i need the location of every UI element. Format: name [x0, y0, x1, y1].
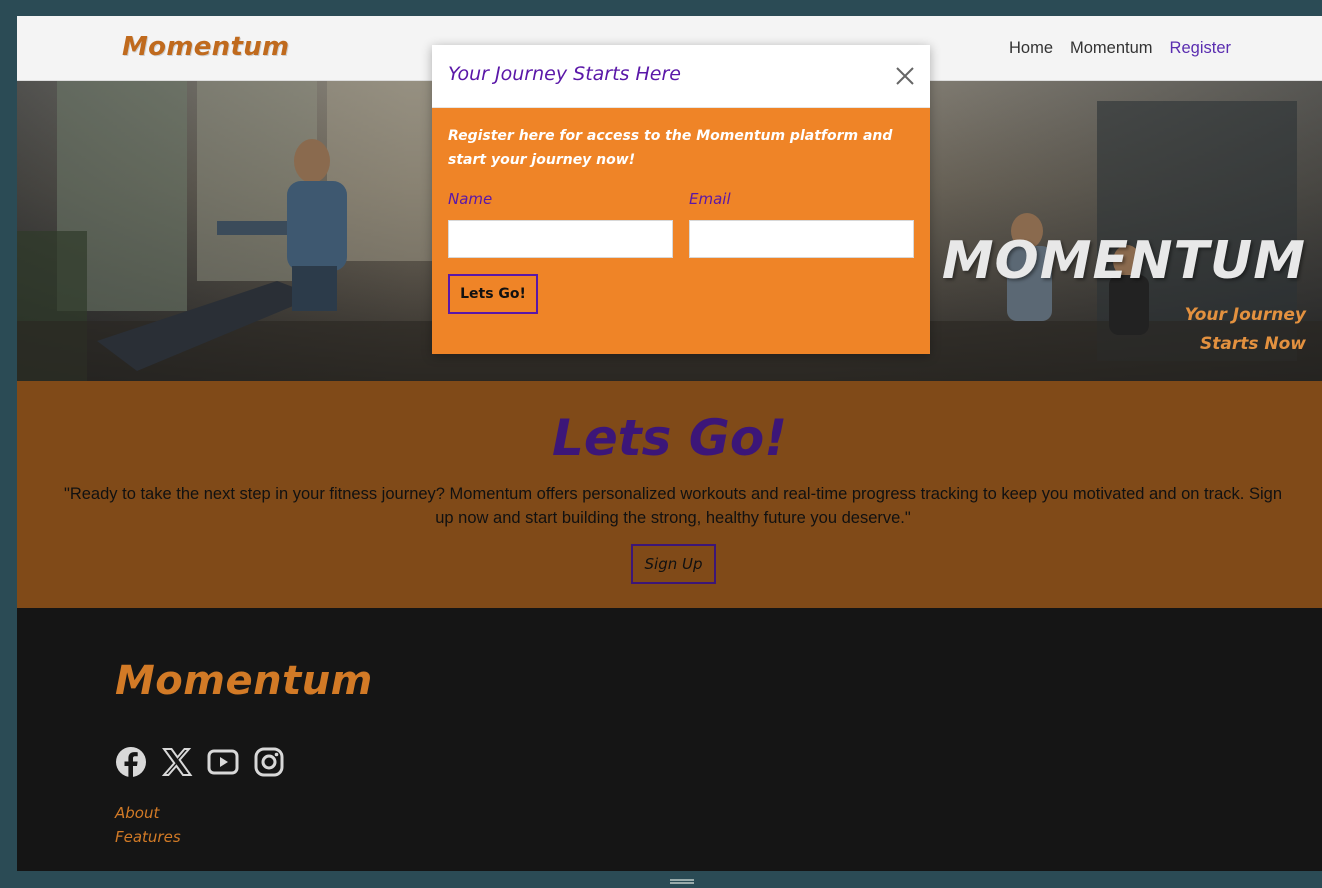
name-field[interactable] [448, 220, 673, 258]
resize-handle[interactable] [670, 879, 694, 884]
footer-links: About Features [115, 801, 181, 849]
hero-subtitle: Your Journey Starts Now [1184, 305, 1306, 354]
lets-go-button[interactable]: Lets Go! [448, 274, 538, 314]
footer-link-features[interactable]: Features [115, 825, 181, 849]
footer-link-about[interactable]: About [115, 801, 181, 825]
nav-links: Home Momentum Register [1009, 39, 1231, 58]
email-label: Email [689, 190, 731, 208]
footer-brand[interactable]: Momentum [115, 658, 373, 704]
navbar-brand[interactable]: Momentum [122, 32, 289, 62]
modal-header: Your Journey Starts Here [432, 45, 930, 108]
social-links [115, 746, 285, 778]
modal-description: Register here for access to the Momentum… [448, 128, 893, 168]
modal-title: Your Journey Starts Here [448, 63, 681, 85]
facebook-icon[interactable] [115, 746, 147, 778]
register-modal: Your Journey Starts Here Register here f… [432, 45, 930, 354]
cta-section: Lets Go! "Ready to take the next step in… [17, 381, 1322, 608]
sign-up-button[interactable]: Sign Up [631, 544, 716, 584]
footer: Momentum About Features [17, 608, 1322, 871]
cta-text: "Ready to take the next step in your fit… [63, 485, 1283, 527]
hero-title: MOMENTUM [941, 231, 1306, 291]
email-field[interactable] [689, 220, 914, 258]
cta-title: Lets Go! [551, 409, 788, 467]
nav-link-register[interactable]: Register [1170, 39, 1231, 58]
nav-link-momentum[interactable]: Momentum [1070, 39, 1153, 58]
x-icon[interactable] [161, 746, 193, 778]
youtube-icon[interactable] [207, 746, 239, 778]
name-label: Name [448, 190, 493, 208]
nav-link-home[interactable]: Home [1009, 39, 1053, 58]
close-icon[interactable] [894, 65, 916, 87]
instagram-icon[interactable] [253, 746, 285, 778]
